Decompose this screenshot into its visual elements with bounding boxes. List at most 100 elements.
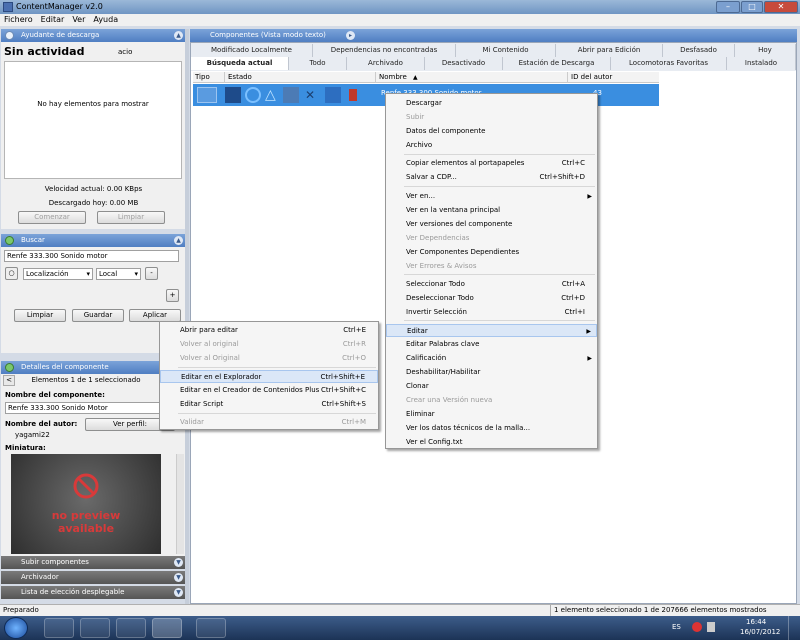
tab-abrir-edicion[interactable]: Abrir para Edición — [556, 44, 663, 57]
edit-submenu-item[interactable]: Editar en el Explorador Ctrl+Shift+E — [160, 370, 378, 383]
column-id-autor[interactable]: ID del autor — [567, 72, 612, 83]
language-indicator[interactable]: ES — [672, 623, 681, 631]
tab-modificado-localmente[interactable]: Modificado Localmente — [191, 44, 313, 57]
context-menu-item[interactable]: Eliminar — [386, 408, 597, 421]
context-menu-item[interactable]: Clonar — [386, 380, 597, 393]
tab-estacion-descarga[interactable]: Estación de Descarga — [503, 57, 611, 70]
archive-panel-header[interactable]: Archivador ▼ — [1, 571, 186, 584]
menu-item-label: Ver los datos técnicos de la malla... — [406, 424, 531, 432]
context-menu-item[interactable]: Ver en... ▶ — [386, 190, 597, 203]
start-button[interactable] — [4, 617, 28, 639]
options-icon[interactable]: ▸ — [346, 31, 355, 40]
search-clear-button[interactable]: Limpiar — [14, 309, 66, 322]
search-panel-header[interactable]: Buscar ▲ — [1, 234, 186, 247]
remove-filter-button[interactable]: - — [145, 267, 158, 280]
show-desktop-button[interactable] — [788, 616, 800, 640]
menu-editar[interactable]: Editar — [37, 14, 69, 26]
context-menu-item[interactable]: Ver los datos técnicos de la malla... — [386, 422, 597, 435]
edit-submenu-item[interactable]: Editar en el Creador de Contenidos Plus C… — [160, 384, 378, 397]
scope-select[interactable]: Local ▾ — [96, 268, 141, 280]
edit-submenu-item[interactable]: Editar Script Ctrl+Shift+S — [160, 398, 378, 411]
menu-ver[interactable]: Ver — [68, 14, 89, 26]
tab-desactivado[interactable]: Desactivado — [425, 57, 503, 70]
picklist-panel-header[interactable]: Lista de elección desplegable ▼ — [1, 586, 186, 599]
components-header[interactable]: Componentes (Vista modo texto) ▸ — [190, 29, 797, 42]
antivirus-icon[interactable] — [692, 622, 702, 632]
context-menu-item[interactable]: Crear una Versión nueva — [386, 394, 597, 407]
tab-desfasado[interactable]: Desfasado — [663, 44, 735, 57]
context-menu-item[interactable]: Ver Dependencias — [386, 232, 597, 245]
edit-submenu-item[interactable]: Validar Ctrl+M — [160, 416, 378, 429]
details-scrollbar[interactable] — [176, 454, 184, 554]
download-panel-header[interactable]: Ayudante de descarga ▲ — [1, 29, 186, 42]
context-menu-item[interactable]: Ver en la ventana principal — [386, 204, 597, 217]
minimize-button[interactable]: – — [716, 1, 740, 13]
location-select[interactable]: Localización ▾ — [23, 268, 93, 280]
search-input[interactable]: Renfe 333.300 Sonido motor — [4, 250, 179, 262]
tab-instalado[interactable]: Instalado — [727, 57, 796, 70]
context-menu-item[interactable]: Seleccionar Todo Ctrl+A — [386, 278, 597, 291]
maximize-button[interactable]: □ — [741, 1, 763, 13]
tab-mi-contenido[interactable]: Mi Contenido — [456, 44, 556, 57]
context-menu-item[interactable]: Editar ▶ — [386, 324, 597, 337]
edit-submenu-item[interactable]: Volver al Original Ctrl+O — [160, 352, 378, 365]
edit-submenu-item[interactable]: Volver al original Ctrl+R — [160, 338, 378, 351]
context-menu-item[interactable]: Deseleccionar Todo Ctrl+D — [386, 292, 597, 305]
context-menu-item[interactable]: Descargar — [386, 97, 597, 110]
splitter[interactable] — [185, 29, 189, 604]
collapse-icon[interactable]: ▲ — [174, 236, 183, 245]
edit-submenu-item[interactable]: Abrir para editar Ctrl+E — [160, 324, 378, 337]
tab-hoy[interactable]: Hoy — [735, 44, 796, 57]
clock-time[interactable]: 16:44 — [746, 618, 766, 626]
menu-ayuda[interactable]: Ayuda — [89, 14, 122, 26]
chrome-icon[interactable] — [116, 618, 146, 638]
refresh-icon[interactable]: ○ — [5, 267, 18, 280]
search-save-button[interactable]: Guardar — [72, 309, 124, 322]
menu-item-label: Editar Script — [180, 400, 224, 408]
menu-fichero[interactable]: Fichero — [0, 14, 37, 26]
context-menu-item[interactable]: Ver Componentes Dependientes — [386, 246, 597, 259]
folder-icon[interactable] — [80, 618, 110, 638]
expand-icon[interactable]: ▼ — [174, 573, 183, 582]
context-menu-item[interactable]: Ver el Config.txt — [386, 436, 597, 449]
component-name-field[interactable]: Renfe 333.300 Sonido Motor — [5, 402, 175, 414]
clear-download-button[interactable]: Limpiar — [97, 211, 165, 224]
context-menu-item[interactable]: Salvar a CDP... Ctrl+Shift+D — [386, 171, 597, 184]
tab-busqueda-actual[interactable]: Búsqueda actual — [191, 57, 289, 70]
tab-archivado[interactable]: Archivado — [347, 57, 425, 70]
expand-icon[interactable]: ▼ — [174, 558, 183, 567]
close-button[interactable]: ✕ — [764, 1, 798, 13]
tab-dependencias[interactable]: Dependencias no encontradas — [313, 44, 456, 57]
content-manager-icon[interactable] — [152, 618, 182, 638]
download-list[interactable]: No hay elementos para mostrar — [4, 61, 182, 179]
context-menu-item[interactable]: Calificación ▶ — [386, 352, 597, 365]
column-nombre[interactable]: Nombre — [375, 72, 407, 83]
start-download-button[interactable]: Comenzar — [18, 211, 86, 224]
tab-locomotoras-favoritas[interactable]: Locomotoras Favoritas — [611, 57, 727, 70]
photoshop-icon[interactable] — [196, 618, 226, 638]
column-tipo[interactable]: Tipo — [195, 72, 210, 83]
upload-panel-title: Subir componentes — [21, 558, 89, 566]
context-menu-item[interactable]: Ver versiones del componente — [386, 218, 597, 231]
collapse-icon[interactable]: ▲ — [174, 31, 183, 40]
clock-date[interactable]: 16/07/2012 — [740, 628, 780, 636]
column-estado[interactable]: Estado — [224, 72, 252, 83]
upload-panel-header[interactable]: Subir componentes ▼ — [1, 556, 186, 569]
context-menu-item[interactable]: Datos del componente — [386, 125, 597, 138]
add-filter-button[interactable]: + — [166, 289, 179, 302]
components-title: Componentes (Vista modo texto) — [210, 31, 326, 39]
context-menu-item[interactable]: Archivo — [386, 139, 597, 152]
flag-icon — [349, 89, 357, 101]
archive-panel-title: Archivador — [21, 573, 59, 581]
flag-tray-icon[interactable] — [707, 622, 715, 632]
context-menu-item[interactable]: Subir — [386, 111, 597, 124]
context-menu-item[interactable]: Copiar elementos al portapapeles Ctrl+C — [386, 157, 597, 170]
tab-todo[interactable]: Todo — [289, 57, 347, 70]
media-player-icon[interactable] — [44, 618, 74, 638]
column-header-row: Tipo Estado Nombre ▲ ID del autor — [193, 72, 659, 83]
context-menu-item[interactable]: Editar Palabras clave — [386, 338, 597, 351]
context-menu-item[interactable]: Deshabilitar/Habilitar — [386, 366, 597, 379]
expand-icon[interactable]: ▼ — [174, 588, 183, 597]
context-menu-item[interactable]: Ver Errores & Avisos — [386, 260, 597, 273]
context-menu-item[interactable]: Invertir Selección Ctrl+I — [386, 306, 597, 319]
